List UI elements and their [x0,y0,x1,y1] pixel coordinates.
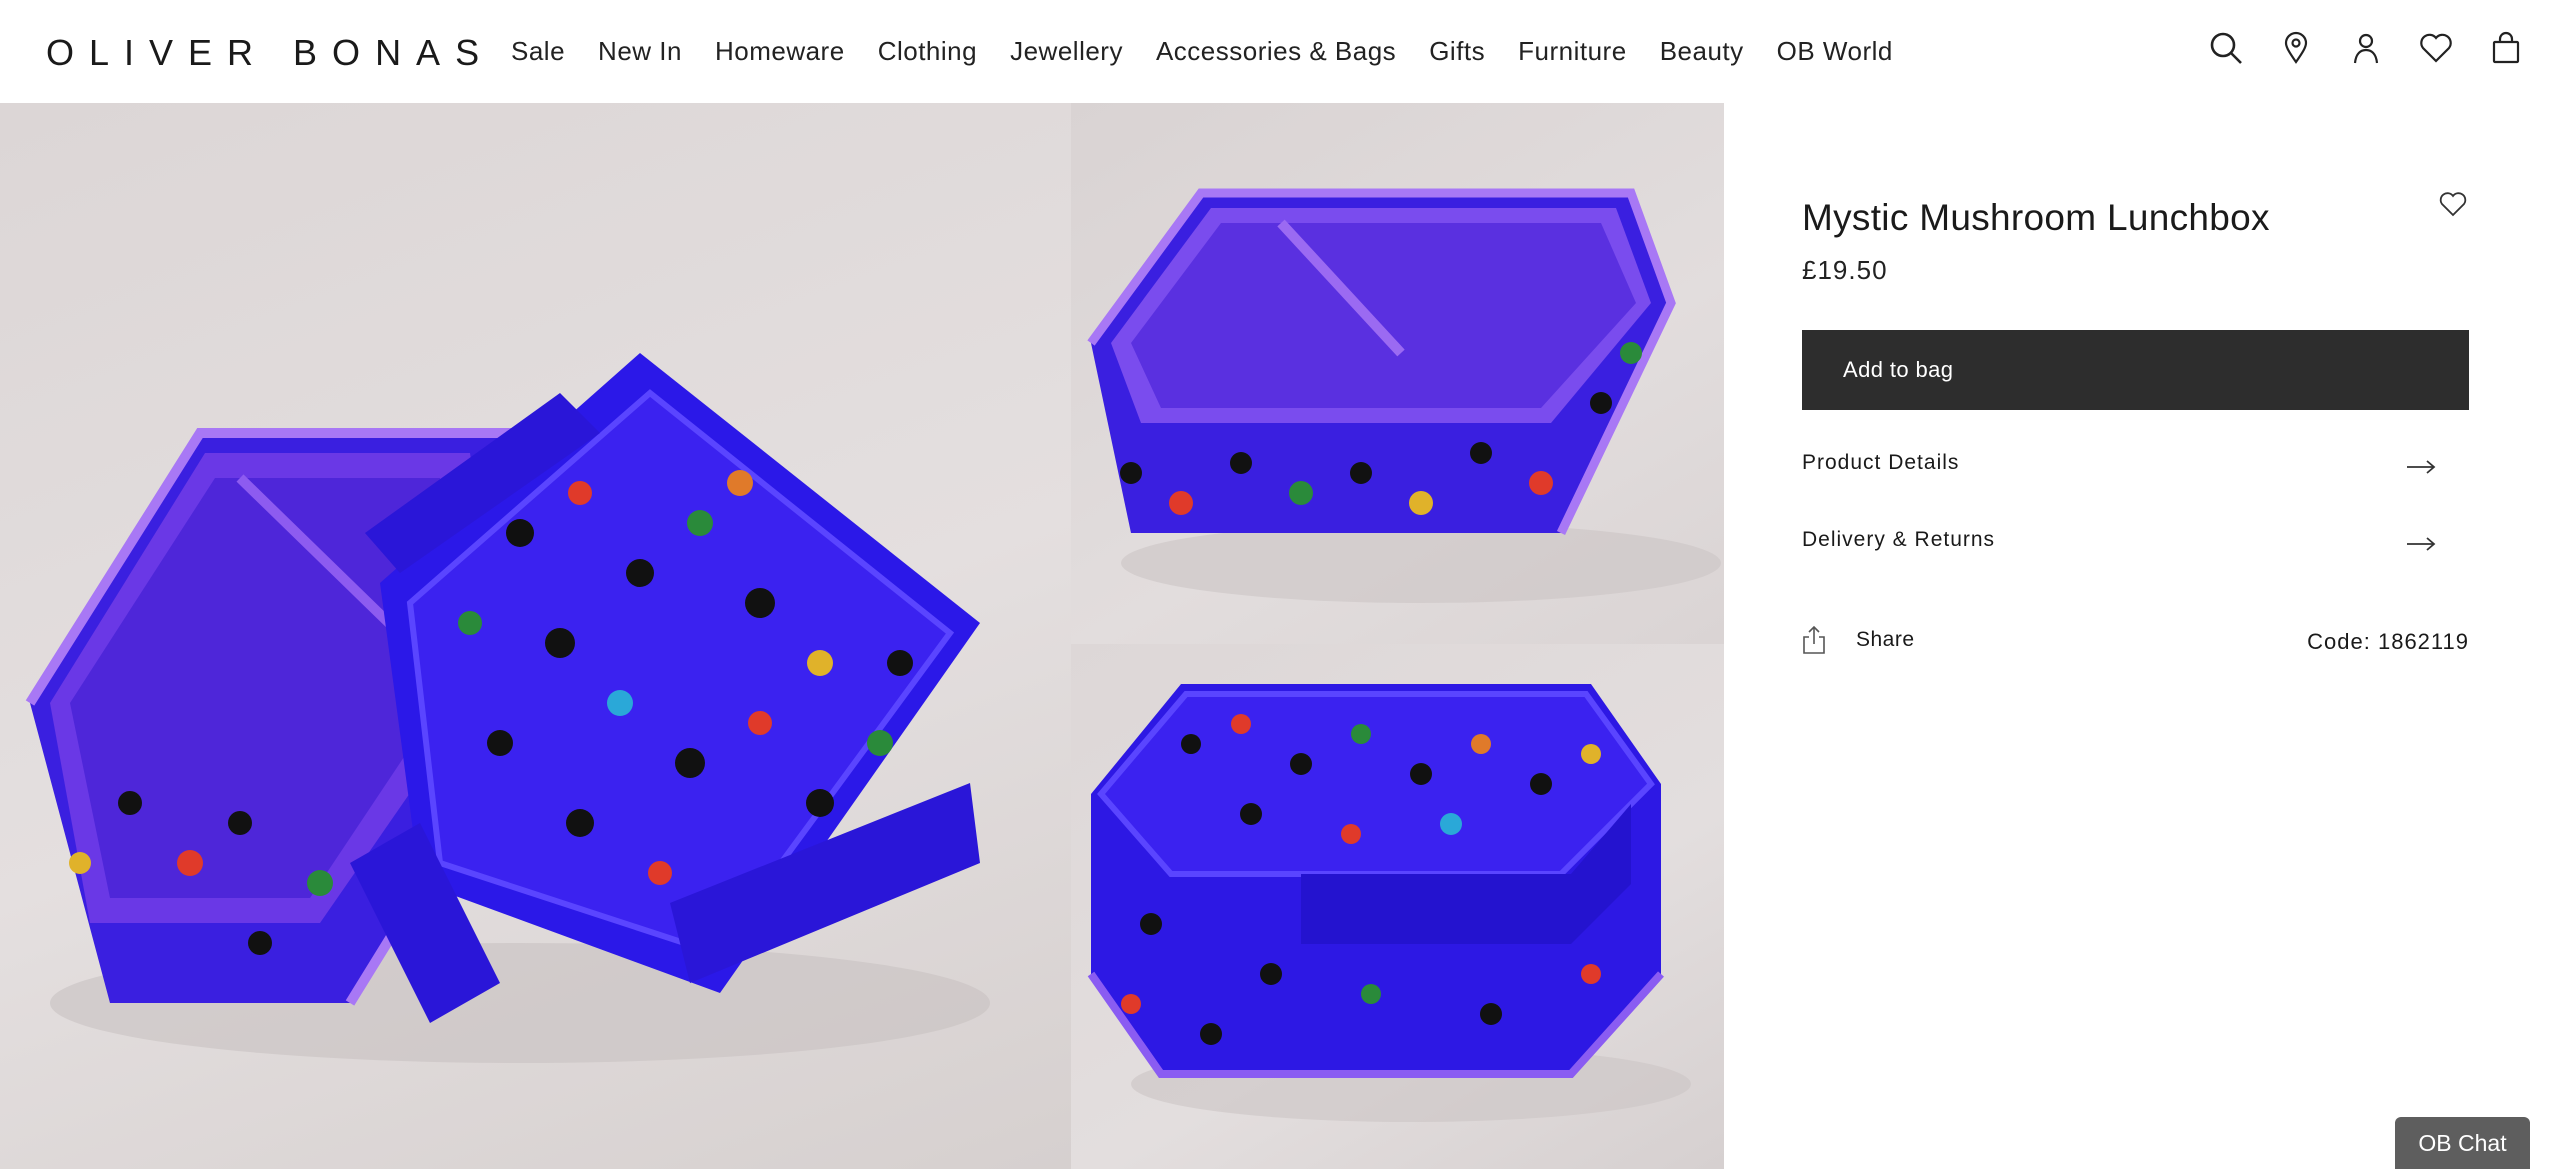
add-to-wishlist-heart-icon[interactable] [2438,189,2468,219]
nav-item-ob-world[interactable]: OB World [1777,36,1893,67]
share-button[interactable]: Share [1802,625,1915,655]
accordion-label: Product Details [1802,451,1960,474]
main-nav: Sale New In Homeware Clothing Jewellery … [511,36,1926,67]
arrow-right-icon [2407,537,2436,551]
nav-item-homeware[interactable]: Homeware [715,36,845,67]
nav-item-accessories-bags[interactable]: Accessories & Bags [1156,36,1396,67]
search-icon[interactable] [2208,30,2244,66]
lunchbox-closed-illustration [1087,684,1691,1122]
product-image-2[interactable] [1071,103,1724,644]
nav-item-beauty[interactable]: Beauty [1660,36,1744,67]
site-header: OLIVER BONAS Sale New In Homeware Clothi… [0,0,2560,103]
accordion-label: Delivery & Returns [1802,528,1996,551]
nav-item-new-in[interactable]: New In [598,36,682,67]
product-price: £19.50 [1802,255,1888,285]
product-code: Code: 1862119 [2307,629,2469,654]
share-label: Share [1856,628,1915,651]
nav-item-jewellery[interactable]: Jewellery [1010,36,1123,67]
product-gallery [0,103,1724,1169]
accordion-product-details[interactable]: Product Details [1802,451,2469,501]
product-info-panel: Mystic Mushroom Lunchbox £19.50 Add to b… [1724,103,2560,1169]
brand-logo[interactable]: OLIVER BONAS [46,32,494,74]
bag-icon[interactable] [2488,30,2524,66]
nav-item-gifts[interactable]: Gifts [1429,36,1485,67]
product-image-main[interactable] [0,103,1071,1169]
nav-item-sale[interactable]: Sale [511,36,565,67]
product-title: Mystic Mushroom Lunchbox [1802,197,2270,238]
store-locator-icon[interactable] [2278,30,2314,66]
wishlist-icon[interactable] [2418,30,2454,66]
add-to-bag-button[interactable]: Add to bag [1802,330,2469,410]
accordion-delivery-returns[interactable]: Delivery & Returns [1802,528,2469,578]
lunchbox-open-illustration [25,353,990,1063]
nav-item-furniture[interactable]: Furniture [1518,36,1627,67]
lunchbox-base-illustration [1087,188,1721,603]
header-icons [2208,30,2524,66]
share-icon [1803,625,1825,654]
product-image-3[interactable] [1071,644,1724,1169]
ob-chat-button[interactable]: OB Chat [2395,1117,2530,1169]
arrow-right-icon [2407,460,2436,474]
account-icon[interactable] [2348,30,2384,66]
nav-item-clothing[interactable]: Clothing [878,36,977,67]
